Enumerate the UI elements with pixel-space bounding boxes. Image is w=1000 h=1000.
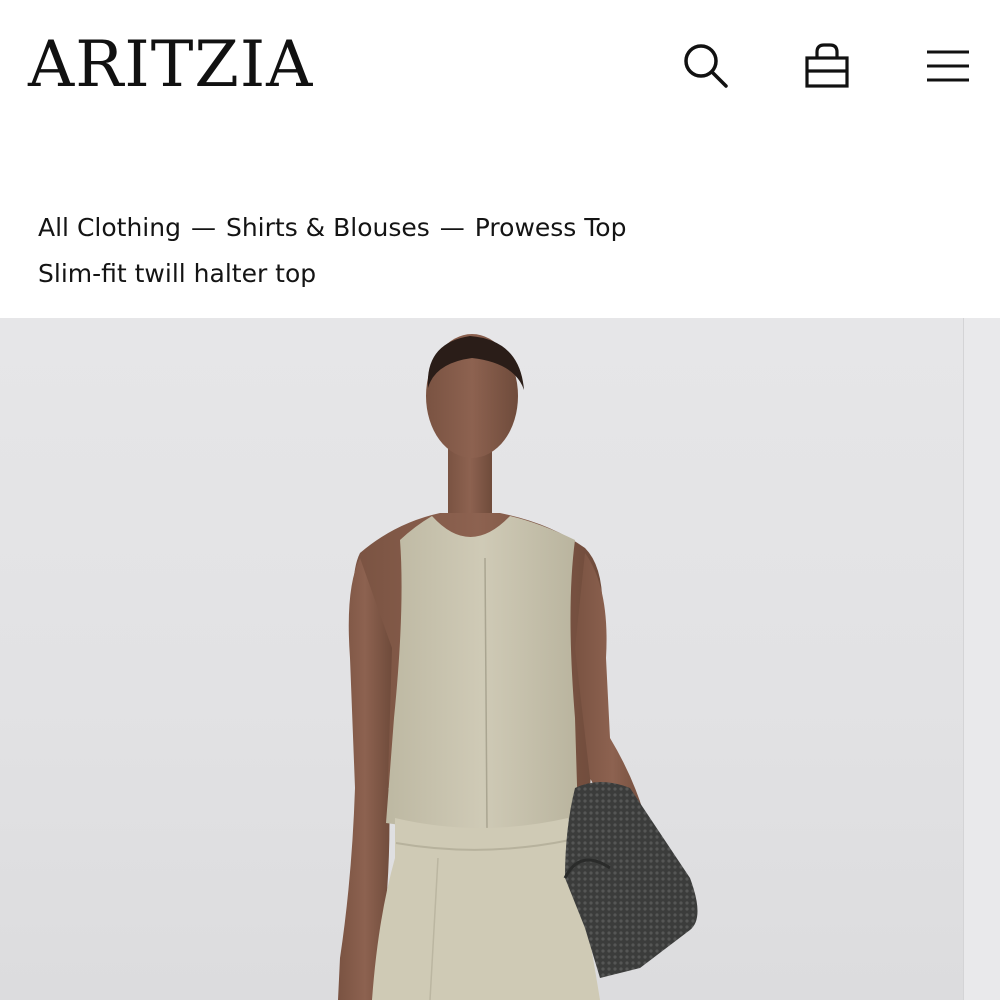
breadcrumb-separator: —	[439, 213, 465, 242]
shopping-bag-button[interactable]	[799, 38, 855, 94]
hamburger-menu-icon	[925, 46, 971, 86]
breadcrumb-link-all-clothing[interactable]: All Clothing	[38, 213, 181, 242]
shopping-bag-icon	[801, 40, 853, 92]
search-icon	[681, 41, 731, 91]
breadcrumb-current-prowess-top[interactable]: Prowess Top	[475, 213, 627, 242]
product-photo[interactable]	[0, 318, 963, 1000]
search-button[interactable]	[678, 38, 734, 94]
breadcrumb-link-shirts-blouses[interactable]: Shirts & Blouses	[226, 213, 430, 242]
menu-button[interactable]	[920, 38, 976, 94]
brand-logo[interactable]: ARITZIA	[28, 24, 313, 106]
product-subtitle: Slim-fit twill halter top	[38, 259, 317, 288]
product-image-carousel[interactable]	[0, 318, 1000, 1000]
breadcrumb: All Clothing — Shirts & Blouses — Prowess To…	[38, 208, 626, 248]
next-image-preview[interactable]	[963, 318, 1000, 1000]
site-header: ARITZIA	[0, 0, 1000, 140]
breadcrumb-separator: —	[190, 213, 216, 242]
